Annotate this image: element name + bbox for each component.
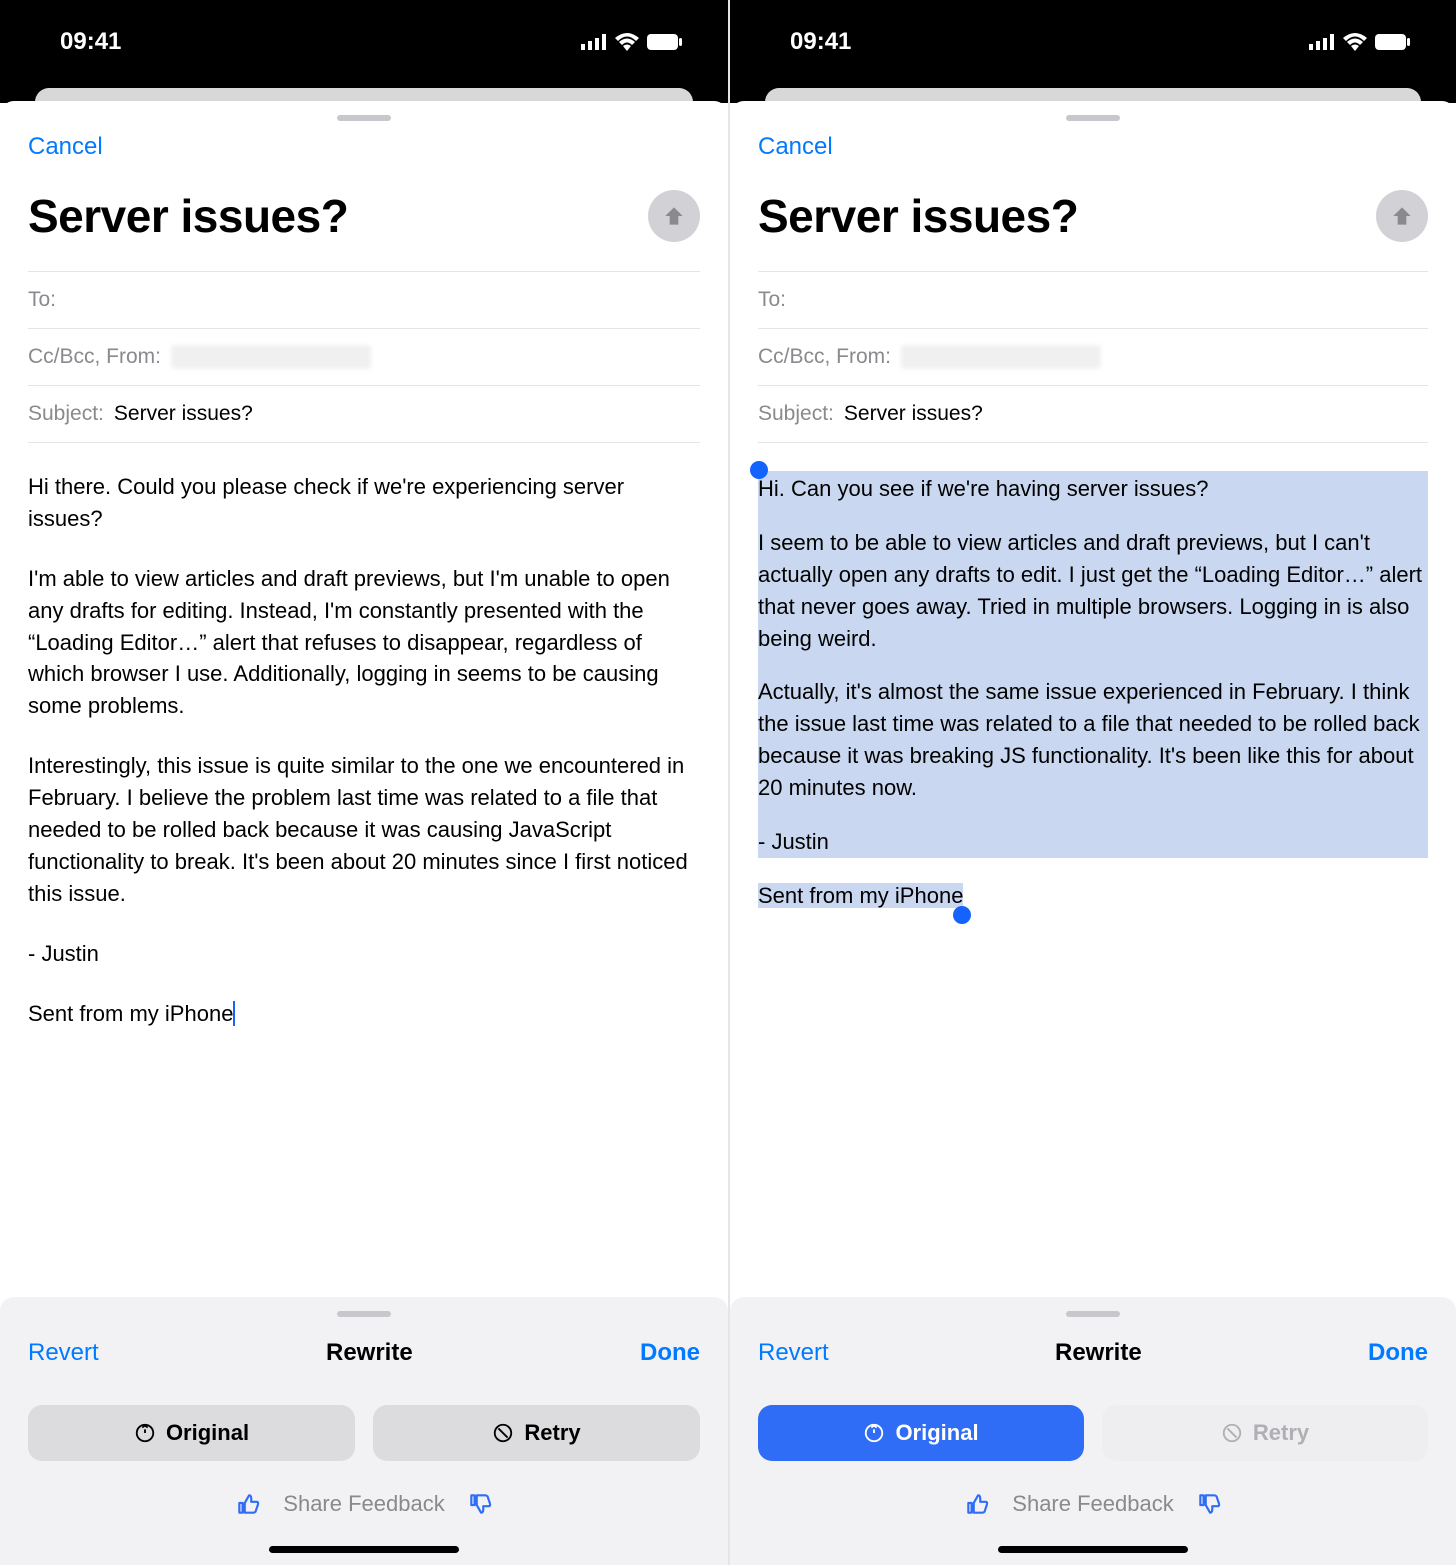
original-icon bbox=[134, 1422, 156, 1444]
writing-tools-card: Revert Rewrite Done Original Retry Share… bbox=[0, 1297, 728, 1565]
body-paragraph: I'm able to view articles and draft prev… bbox=[28, 563, 700, 722]
compose-title: Server issues? bbox=[758, 189, 1078, 243]
ccbcc-field[interactable]: Cc/Bcc, From: bbox=[758, 329, 1428, 386]
revert-button[interactable]: Revert bbox=[758, 1339, 829, 1367]
signature: - Justin bbox=[28, 938, 700, 970]
status-time: 09:41 bbox=[790, 28, 851, 56]
message-body[interactable]: Hi there. Could you please check if we'r… bbox=[0, 443, 728, 1297]
from-redacted bbox=[171, 345, 371, 369]
writing-tools-card: Revert Rewrite Done Original Retry Share… bbox=[730, 1297, 1456, 1565]
ccbcc-label: Cc/Bcc, From: bbox=[758, 345, 891, 369]
arrow-up-icon bbox=[1389, 203, 1415, 229]
rewrite-title: Rewrite bbox=[1055, 1339, 1142, 1367]
subject-label: Subject: bbox=[28, 402, 104, 426]
ccbcc-field[interactable]: Cc/Bcc, From: bbox=[28, 329, 700, 386]
battery-icon bbox=[1375, 33, 1411, 51]
cellular-icon bbox=[581, 34, 607, 50]
selection-handle-end[interactable] bbox=[953, 906, 971, 924]
original-button[interactable]: Original bbox=[28, 1405, 355, 1461]
subject-field[interactable]: Subject: Server issues? bbox=[28, 386, 700, 443]
original-button[interactable]: Original bbox=[758, 1405, 1084, 1461]
revert-button[interactable]: Revert bbox=[28, 1339, 99, 1367]
compose-sheet: Cancel Server issues? To: Cc/Bcc, From: … bbox=[0, 101, 728, 1565]
thumbs-down-icon[interactable] bbox=[1196, 1491, 1222, 1517]
send-button[interactable] bbox=[1376, 190, 1428, 242]
subject-field[interactable]: Subject: Server issues? bbox=[758, 386, 1428, 443]
home-indicator[interactable] bbox=[998, 1546, 1188, 1553]
sent-from: Sent from my iPhone bbox=[28, 998, 700, 1030]
card-grabber[interactable] bbox=[1066, 1311, 1120, 1317]
share-feedback-button[interactable]: Share Feedback bbox=[1012, 1491, 1173, 1517]
wifi-icon bbox=[615, 33, 639, 51]
signature: - Justin bbox=[758, 826, 1428, 858]
original-label: Original bbox=[895, 1420, 978, 1446]
retry-button: Retry bbox=[1102, 1405, 1428, 1461]
body-paragraph: Interestingly, this issue is quite simil… bbox=[28, 750, 700, 909]
sheet-grabber[interactable] bbox=[337, 115, 391, 121]
retry-button[interactable]: Retry bbox=[373, 1405, 700, 1461]
status-bar: 09:41 bbox=[730, 0, 1456, 88]
to-field[interactable]: To: bbox=[28, 271, 700, 329]
to-field[interactable]: To: bbox=[758, 271, 1428, 329]
body-paragraph: Hi there. Could you please check if we'r… bbox=[28, 471, 700, 535]
done-button[interactable]: Done bbox=[640, 1339, 700, 1367]
sheet-grabber[interactable] bbox=[1066, 115, 1120, 121]
status-time: 09:41 bbox=[60, 28, 121, 56]
card-grabber[interactable] bbox=[337, 1311, 391, 1317]
subject-value: Server issues? bbox=[844, 402, 983, 426]
message-body[interactable]: Hi. Can you see if we're having server i… bbox=[730, 443, 1456, 1297]
original-icon bbox=[863, 1422, 885, 1444]
body-paragraph: Hi. Can you see if we're having server i… bbox=[758, 471, 1428, 505]
cancel-button[interactable]: Cancel bbox=[730, 129, 1456, 171]
sent-from: Sent from my iPhone bbox=[758, 883, 963, 908]
compose-title: Server issues? bbox=[28, 189, 348, 243]
share-feedback-button[interactable]: Share Feedback bbox=[283, 1491, 444, 1517]
battery-icon bbox=[647, 33, 683, 51]
thumbs-down-icon[interactable] bbox=[467, 1491, 493, 1517]
rewrite-title: Rewrite bbox=[326, 1339, 413, 1367]
retry-label: Retry bbox=[1253, 1420, 1309, 1446]
retry-icon bbox=[1221, 1422, 1243, 1444]
phone-left: 09:41 Cancel Server issues? To: bbox=[0, 0, 728, 1565]
ccbcc-label: Cc/Bcc, From: bbox=[28, 345, 161, 369]
thumbs-up-icon[interactable] bbox=[964, 1491, 990, 1517]
from-redacted bbox=[901, 345, 1101, 369]
wifi-icon bbox=[1343, 33, 1367, 51]
status-icons bbox=[1309, 33, 1411, 51]
status-bar: 09:41 bbox=[0, 0, 728, 88]
body-paragraph: I seem to be able to view articles and d… bbox=[758, 527, 1428, 655]
home-indicator[interactable] bbox=[269, 1546, 459, 1553]
done-button[interactable]: Done bbox=[1368, 1339, 1428, 1367]
selection-handle-start[interactable] bbox=[750, 461, 768, 479]
phone-right: 09:41 Cancel Server issues? To: bbox=[728, 0, 1456, 1565]
to-label: To: bbox=[28, 288, 56, 312]
retry-icon bbox=[492, 1422, 514, 1444]
original-label: Original bbox=[166, 1420, 249, 1446]
subject-value: Server issues? bbox=[114, 402, 253, 426]
body-paragraph: Actually, it's almost the same issue exp… bbox=[758, 676, 1428, 804]
status-icons bbox=[581, 33, 683, 51]
compose-sheet: Cancel Server issues? To: Cc/Bcc, From: … bbox=[730, 101, 1456, 1565]
send-button[interactable] bbox=[648, 190, 700, 242]
cellular-icon bbox=[1309, 34, 1335, 50]
to-label: To: bbox=[758, 288, 786, 312]
subject-label: Subject: bbox=[758, 402, 834, 426]
thumbs-up-icon[interactable] bbox=[235, 1491, 261, 1517]
cancel-button[interactable]: Cancel bbox=[0, 129, 728, 171]
arrow-up-icon bbox=[661, 203, 687, 229]
retry-label: Retry bbox=[524, 1420, 580, 1446]
